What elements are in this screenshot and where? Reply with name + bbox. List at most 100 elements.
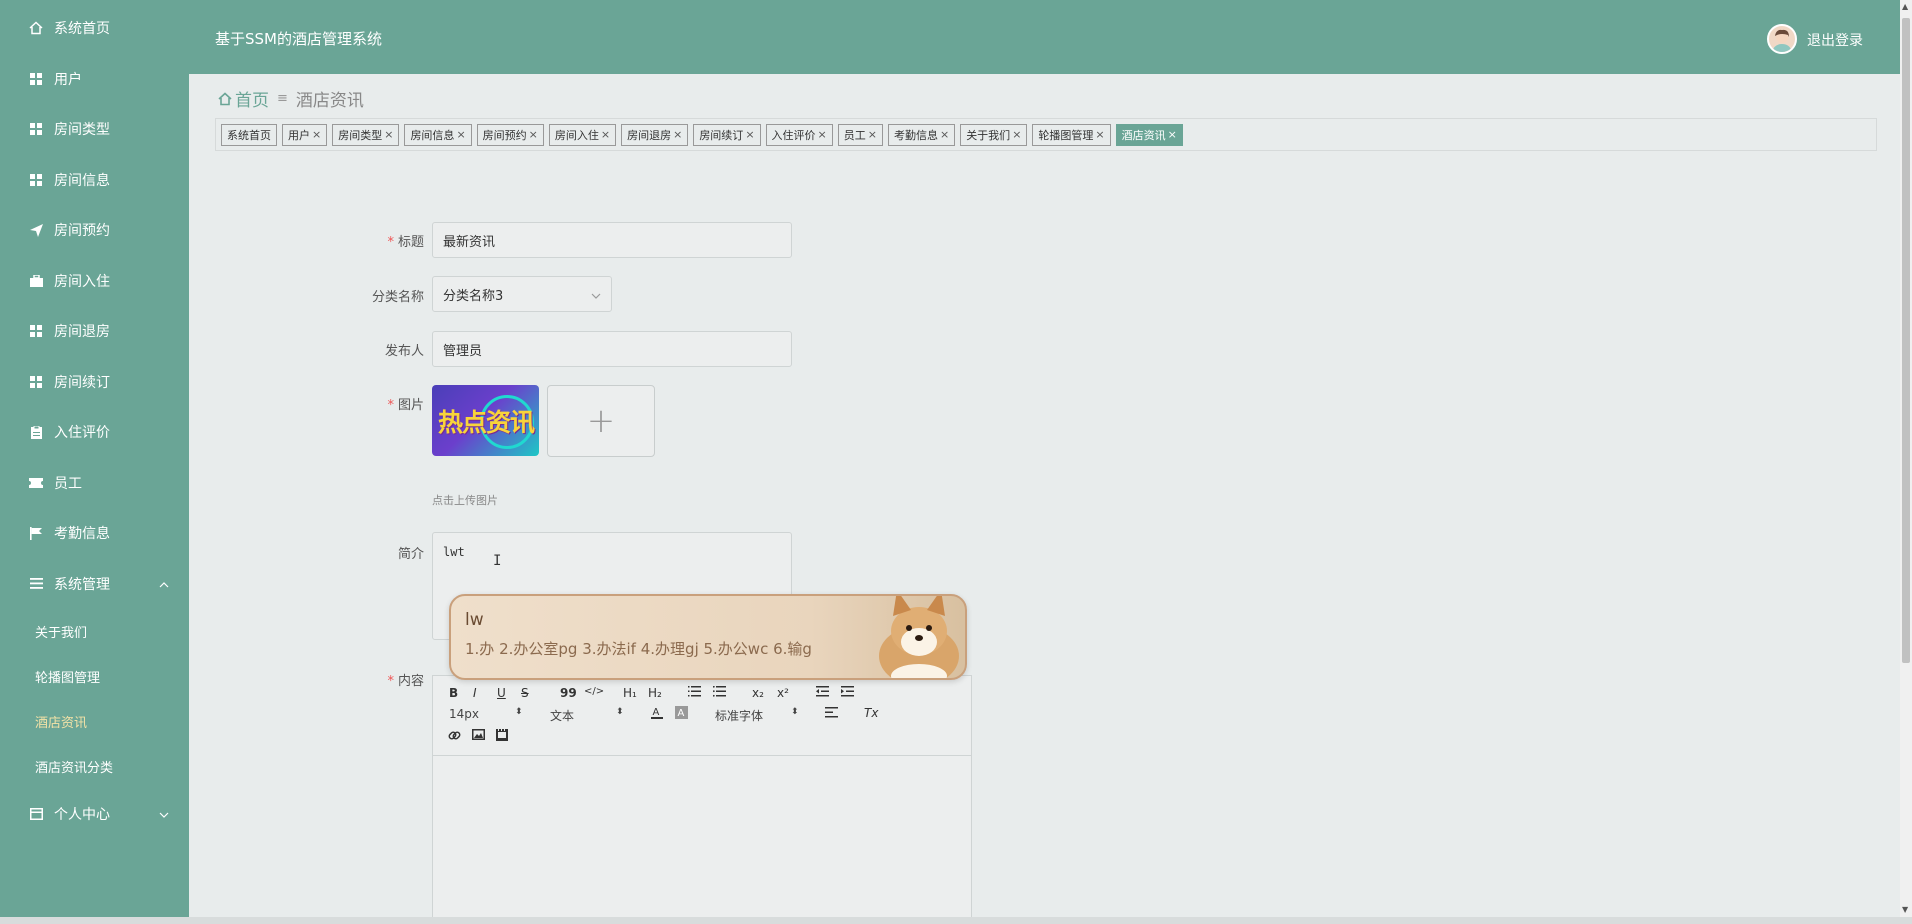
close-icon[interactable]: × — [673, 128, 682, 141]
ticket-icon — [28, 475, 44, 491]
text-color-icon[interactable]: A — [651, 706, 663, 722]
ordered-list-icon[interactable] — [688, 686, 701, 700]
sidebar-sub-carousel[interactable]: 轮播图管理 — [0, 654, 189, 699]
tag-label: 房间退房 — [627, 128, 672, 142]
indent-icon[interactable] — [841, 686, 854, 700]
close-icon[interactable]: × — [1012, 128, 1021, 141]
tag-renewal[interactable]: 房间续订 × — [693, 123, 761, 146]
align-icon[interactable] — [825, 707, 838, 721]
superscript-button[interactable]: x² — [777, 686, 789, 700]
code-block-button[interactable]: </> — [584, 686, 604, 697]
h2-button[interactable]: H₂ — [648, 686, 662, 700]
close-icon[interactable]: × — [868, 128, 877, 141]
select-arrows-icon: ⬍ — [616, 707, 624, 717]
required-mark: * — [387, 235, 394, 250]
tag-about[interactable]: 关于我们 × — [960, 123, 1028, 146]
tag-checkout[interactable]: 房间退房 × — [621, 123, 689, 146]
briefcase-icon — [28, 273, 44, 289]
paragraph-select[interactable]: 文本 ⬍ — [550, 707, 624, 724]
tag-users[interactable]: 用户 × — [282, 123, 328, 146]
font-family-select[interactable]: 标准字体 ⬍ — [715, 707, 799, 724]
svg-text:A: A — [653, 707, 660, 718]
scrollbar-thumb[interactable] — [1902, 18, 1910, 663]
avatar[interactable] — [1767, 24, 1797, 54]
close-icon[interactable]: × — [1095, 128, 1104, 141]
tag-label: 轮播图管理 — [1038, 128, 1094, 142]
strike-button[interactable]: S — [521, 686, 529, 700]
image-icon[interactable] — [472, 729, 485, 743]
rich-text-editor[interactable]: B I U S 99 </> H₁ H₂ x₂ x² 14px ⬍ 文本 ⬍ A A… — [432, 675, 972, 924]
category-select[interactable]: 分类名称3 — [432, 276, 612, 312]
close-icon[interactable]: × — [384, 128, 393, 141]
tag-home[interactable]: 系统首页 — [221, 123, 277, 146]
blockquote-button[interactable]: 99 — [560, 686, 577, 700]
close-icon[interactable]: × — [940, 128, 949, 141]
tag-label: 房间类型 — [338, 128, 383, 142]
sidebar-item-checkin[interactable]: 房间入住 — [0, 256, 189, 307]
sidebar-item-room-info[interactable]: 房间信息 — [0, 155, 189, 206]
bullet-list-icon[interactable] — [712, 685, 726, 700]
tag-staff[interactable]: 员工 × — [837, 123, 883, 146]
home-icon — [28, 20, 44, 36]
breadcrumb-home[interactable]: 首页 — [235, 86, 269, 111]
tag-hotel-news[interactable]: 酒店资讯 × — [1115, 123, 1183, 146]
scroll-down-icon[interactable]: ▼ — [1902, 905, 1908, 914]
font-size-select[interactable]: 14px ⬍ — [449, 707, 523, 721]
close-icon[interactable]: × — [1168, 128, 1177, 141]
image-upload-button[interactable]: + — [547, 385, 655, 457]
clear-format-button[interactable]: Tx — [864, 706, 878, 720]
title-input[interactable]: 最新资讯 — [432, 222, 792, 258]
scroll-up-icon[interactable]: ▲ — [1902, 2, 1908, 11]
sidebar-item-users[interactable]: 用户 — [0, 54, 189, 105]
close-icon[interactable]: × — [818, 128, 827, 141]
sidebar-item-label: 个人中心 — [54, 807, 110, 824]
link-icon[interactable] — [448, 729, 461, 745]
sidebar-item-review[interactable]: 入住评价 — [0, 407, 189, 458]
sidebar-sub-about[interactable]: 关于我们 — [0, 609, 189, 654]
sidebar-item-attendance[interactable]: 考勤信息 — [0, 508, 189, 559]
category-label: 分类名称 — [371, 290, 424, 305]
sidebar-sub-news-category[interactable]: 酒店资讯分类 — [0, 744, 189, 789]
tag-room-type[interactable]: 房间类型 × — [332, 123, 400, 146]
sidebar-item-room-booking[interactable]: 房间预约 — [0, 205, 189, 256]
close-icon[interactable]: × — [601, 128, 610, 141]
italic-button[interactable]: I — [473, 686, 477, 700]
h1-button[interactable]: H₁ — [623, 686, 637, 700]
close-icon[interactable]: × — [529, 128, 538, 141]
close-icon[interactable]: × — [745, 128, 754, 141]
sidebar-item-system[interactable]: 系统管理 — [0, 559, 189, 610]
subscript-button[interactable]: x₂ — [752, 686, 764, 700]
sidebar-sub-hotel-news[interactable]: 酒店资讯 — [0, 699, 189, 744]
sidebar-item-room-type[interactable]: 房间类型 — [0, 104, 189, 155]
underline-button[interactable]: U — [497, 686, 506, 700]
outdent-icon[interactable] — [816, 686, 829, 700]
category-select-value: 分类名称3 — [443, 288, 504, 304]
tag-label: 关于我们 — [966, 128, 1011, 142]
uploaded-image-thumbnail[interactable]: 热点资讯 — [432, 385, 539, 456]
close-icon[interactable]: × — [456, 128, 465, 141]
video-icon[interactable] — [496, 729, 508, 744]
vertical-scrollbar[interactable]: ▲ ▼ — [1900, 0, 1912, 924]
sidebar-item-personal[interactable]: 个人中心 — [0, 789, 189, 840]
app-title: 基于SSM的酒店管理系统 — [215, 30, 382, 48]
close-icon[interactable]: × — [312, 128, 321, 141]
logout-button[interactable]: 退出登录 — [1807, 30, 1863, 50]
sidebar-item-renewal[interactable]: 房间续订 — [0, 357, 189, 408]
sidebar-item-staff[interactable]: 员工 — [0, 458, 189, 509]
content-label: * 内容 — [344, 670, 424, 689]
tag-review[interactable]: 入住评价 × — [765, 123, 833, 146]
bold-button[interactable]: B — [449, 686, 458, 700]
tag-checkin[interactable]: 房间入住 × — [548, 123, 617, 146]
ime-candidates[interactable]: 1.办 2.办公室pg 3.办法if 4.办理gj 5.办公wc 6.输g — [465, 638, 812, 659]
tag-room-info[interactable]: 房间信息 × — [404, 123, 472, 146]
sidebar-item-checkout[interactable]: 房间退房 — [0, 306, 189, 357]
tag-carousel[interactable]: 轮播图管理 × — [1032, 123, 1111, 146]
background-color-icon[interactable]: A — [675, 706, 688, 722]
publisher-input[interactable]: 管理员 — [432, 331, 792, 367]
calendar-icon — [28, 806, 44, 822]
clipboard-icon — [28, 424, 44, 440]
chevron-down-icon — [159, 806, 169, 822]
tag-attendance[interactable]: 考勤信息 × — [887, 123, 956, 146]
sidebar-item-home[interactable]: 系统首页 — [0, 3, 189, 54]
tag-room-booking[interactable]: 房间预约 × — [476, 123, 544, 146]
